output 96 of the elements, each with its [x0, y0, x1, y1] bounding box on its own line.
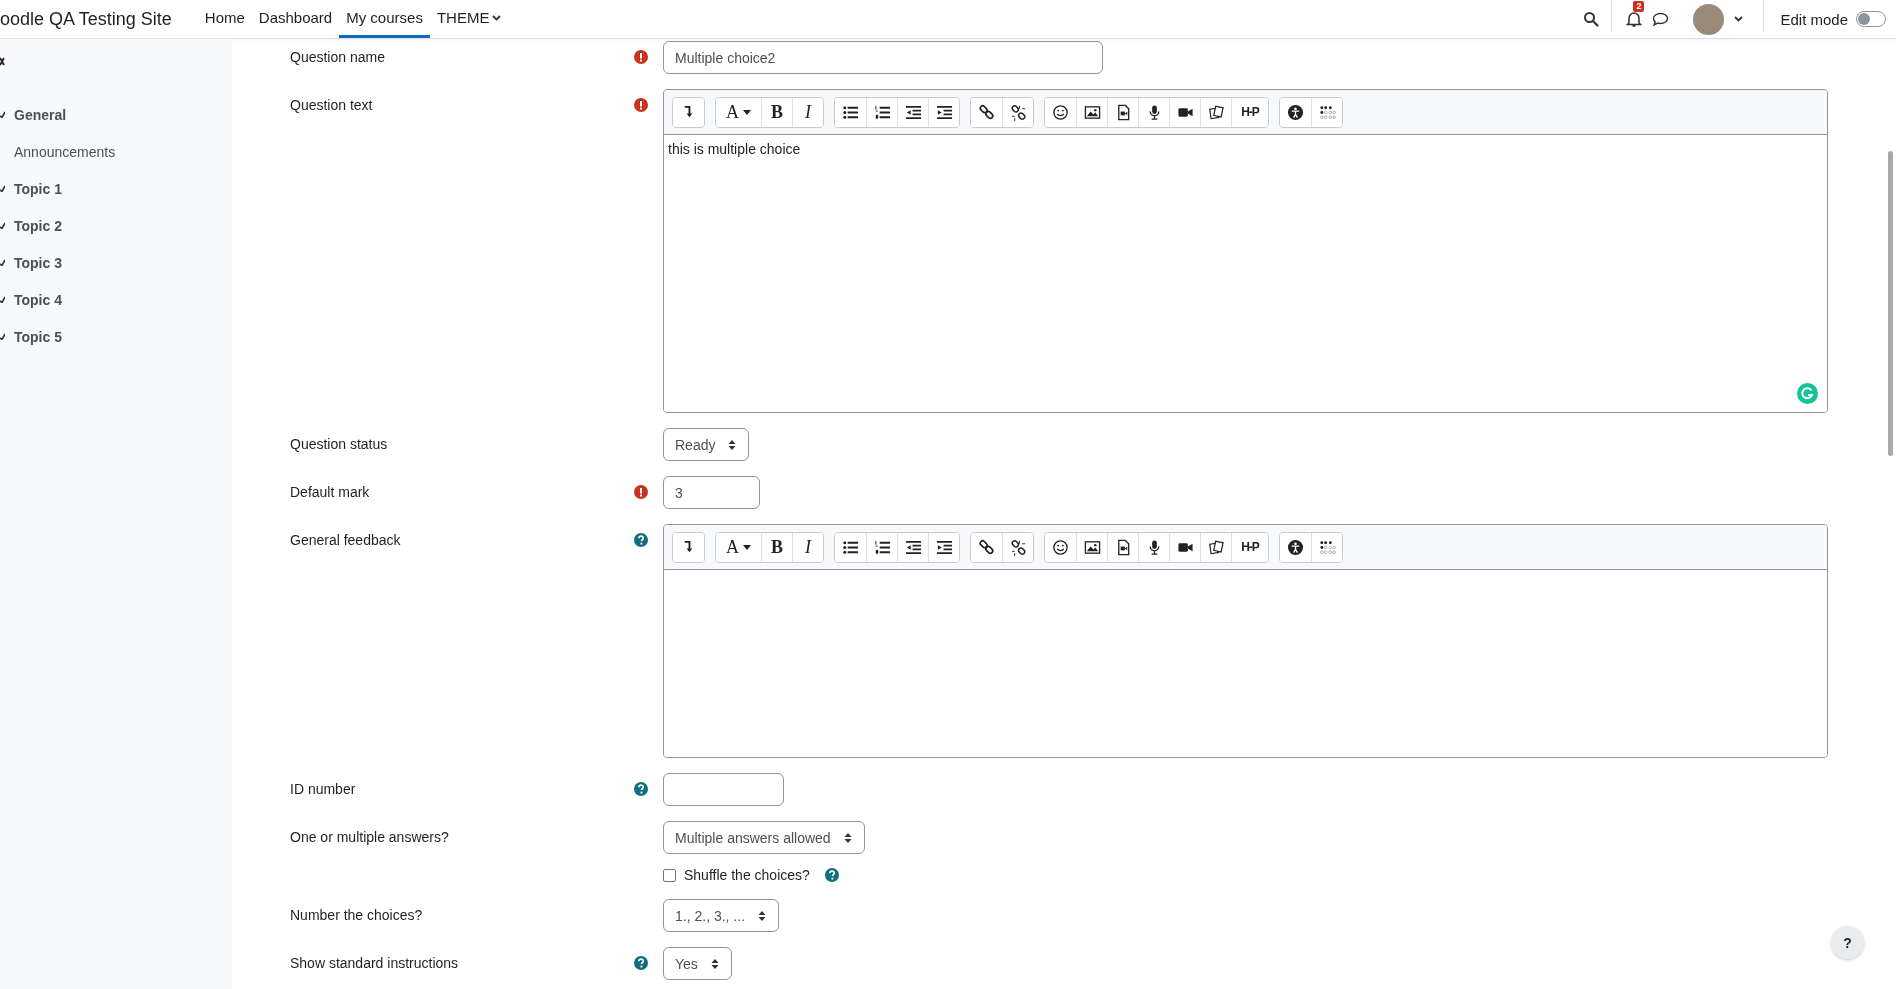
section-link[interactable]: Topic 4 [14, 291, 62, 308]
section-link[interactable]: General [14, 106, 67, 123]
chevron-down-icon[interactable] [0, 333, 5, 340]
files-icon [1207, 103, 1225, 121]
section-link[interactable]: Topic 2 [14, 217, 62, 234]
image-icon [1083, 538, 1101, 556]
bullet-list-icon [842, 538, 859, 556]
accessibility-icon [1287, 103, 1304, 121]
select-dropdown[interactable]: Multiple answers allowed [663, 821, 865, 854]
select-arrows-icon [758, 909, 767, 922]
caret-icon [743, 109, 751, 115]
section-link[interactable]: Topic 1 [14, 180, 62, 197]
italic-button[interactable]: I [792, 97, 823, 127]
h5p-button[interactable]: H-P [1231, 532, 1268, 562]
braille-dots-icon [1318, 538, 1336, 556]
toolbar-button[interactable] [673, 532, 704, 562]
field-label: Show standard instructions [290, 955, 459, 971]
h5p-button[interactable]: H-P [1231, 97, 1268, 127]
nav-link[interactable]: Dashboard [251, 0, 340, 38]
nav-link[interactable]: Home [197, 0, 252, 38]
braille-dots-icon [1318, 103, 1336, 121]
select-arrows-icon [710, 957, 719, 970]
chevron-down-icon[interactable] [0, 222, 5, 229]
notifications-button[interactable]: 2 [1614, 0, 1651, 38]
toolbar-button[interactable] [1002, 532, 1033, 562]
caret-icon [743, 544, 751, 550]
chevron-down-icon[interactable] [0, 296, 5, 303]
avatar-circle[interactable] [1693, 3, 1725, 35]
files-icon [1207, 538, 1225, 556]
field-label: Question name [290, 49, 385, 65]
field-label: General feedback [290, 532, 401, 548]
indent-icon [935, 103, 953, 121]
help-icon[interactable] [634, 533, 648, 547]
edit-mode-toggle[interactable] [1856, 11, 1886, 27]
numbered-list-icon [873, 103, 891, 121]
caret-icon [1734, 16, 1744, 22]
italic-button[interactable]: I [792, 532, 823, 562]
unlink-icon [1009, 538, 1027, 556]
required-icon [634, 98, 648, 112]
toolbar-button[interactable] [928, 97, 959, 127]
select-arrows-icon [843, 831, 852, 844]
chevron-down-icon[interactable] [0, 259, 5, 266]
chevron-down-icon[interactable] [0, 185, 5, 192]
text-field[interactable]: Multiple choice2 [663, 41, 1103, 74]
indent-icon [935, 538, 953, 556]
toolbar-button[interactable] [673, 97, 704, 127]
field-label: Number the choices? [290, 907, 423, 923]
link-icon [978, 103, 995, 121]
field-label: Question text [290, 97, 373, 113]
checkbox[interactable] [663, 868, 676, 882]
image-icon [1083, 103, 1101, 121]
smiley-icon [1052, 103, 1069, 121]
bullet-list-icon [842, 103, 859, 121]
select-dropdown[interactable]: 1., 2., 3., ... [663, 899, 780, 932]
outdent-icon [904, 103, 922, 121]
chat-icon[interactable] [1652, 11, 1670, 27]
close-icon[interactable] [0, 57, 5, 66]
section-link[interactable]: Topic 3 [14, 254, 62, 271]
checkbox-label[interactable]: Shuffle the choices? [684, 867, 810, 883]
help-icon[interactable] [824, 868, 839, 882]
edit-mode-label: Edit mode [1780, 10, 1848, 28]
text-field[interactable] [663, 773, 784, 806]
nav-link[interactable]: THEME [429, 0, 509, 38]
notification-count: 2 [1633, 1, 1645, 12]
caret-icon [492, 14, 502, 21]
select-dropdown[interactable]: Yes [663, 947, 732, 980]
nav-link[interactable]: My courses [339, 0, 430, 38]
search-icon[interactable] [1583, 11, 1600, 27]
unlink-icon [1009, 103, 1027, 121]
field-label: One or multiple answers? [290, 829, 449, 845]
chevron-down-icon[interactable] [0, 111, 5, 118]
field-label: Default mark [290, 484, 370, 500]
scrollbar-thumb[interactable] [1888, 151, 1893, 456]
editor-text: this is multiple choice [668, 141, 801, 157]
accessibility-icon [1287, 538, 1304, 556]
help-icon[interactable] [634, 956, 648, 970]
link-icon [978, 538, 995, 556]
field-label: Question status [290, 436, 388, 452]
section-link[interactable]: Topic 5 [14, 328, 62, 345]
field-label: ID number [290, 781, 356, 797]
required-icon [634, 485, 648, 499]
outdent-icon [904, 538, 922, 556]
help-button[interactable]: ? [1831, 926, 1864, 959]
help-icon[interactable] [634, 782, 648, 796]
select-dropdown[interactable]: Ready [663, 428, 750, 461]
text-field[interactable]: 3 [663, 476, 760, 509]
site-name[interactable]: oodle QA Testing Site [0, 8, 172, 30]
required-icon [634, 50, 648, 64]
smiley-icon [1052, 538, 1069, 556]
toolbar-button[interactable] [1002, 97, 1033, 127]
toolbar-button[interactable] [928, 532, 959, 562]
numbered-list-icon [873, 538, 891, 556]
bell-icon [1626, 10, 1643, 28]
activity-link[interactable]: Announcements [14, 143, 116, 160]
select-arrows-icon [728, 438, 737, 451]
grammar-check-icon[interactable] [1797, 383, 1818, 404]
